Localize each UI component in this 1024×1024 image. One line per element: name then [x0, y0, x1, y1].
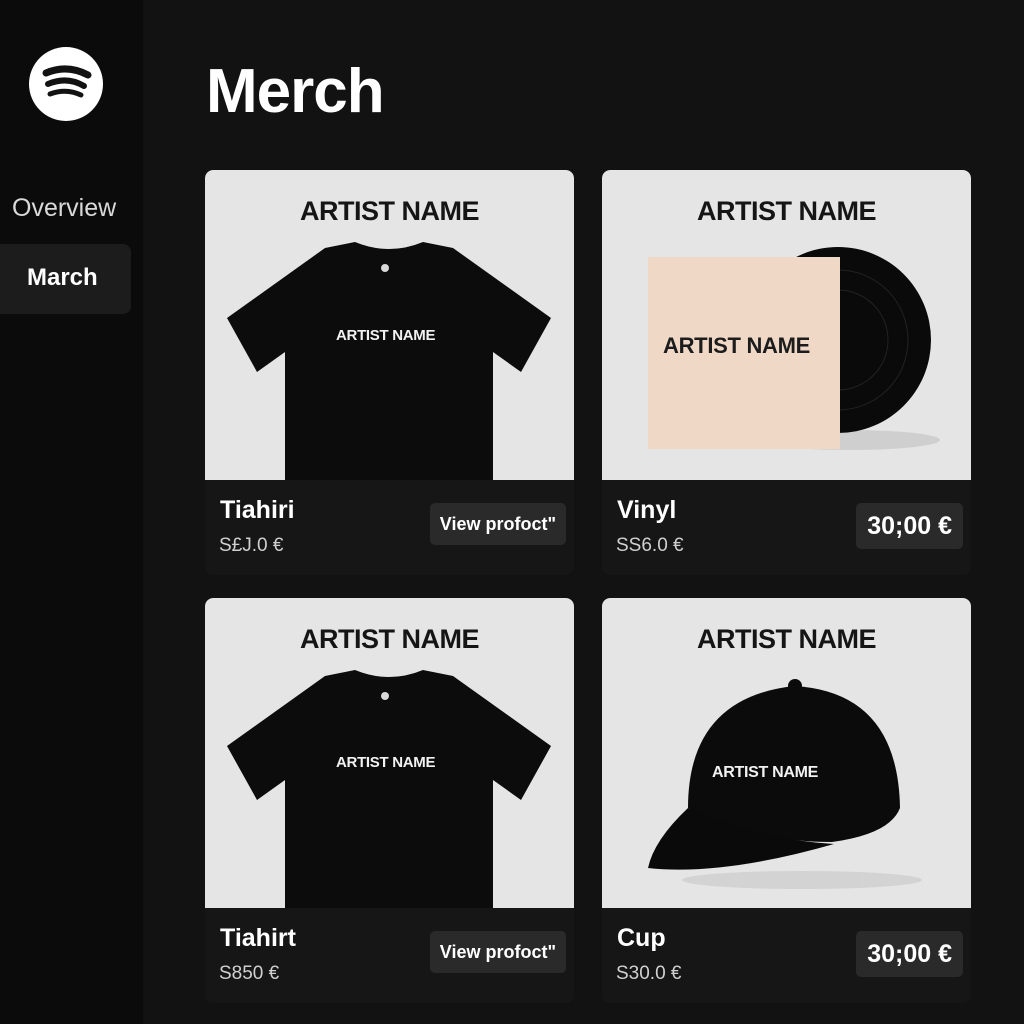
product-card[interactable]: ARTIST NAME ARTIST NAME Vinyl SS6.0 € 30…	[602, 170, 971, 575]
product-brand: ARTIST NAME	[697, 196, 877, 226]
sidebar-item-overview[interactable]: Overview	[0, 188, 131, 228]
sidebar-item-label: Overview	[12, 194, 117, 222]
product-art-label: ARTIST NAME	[336, 327, 436, 344]
product-image[interactable]: ARTIST NAME ARTIST NAME	[205, 598, 574, 908]
product-name: Tiahiri	[220, 496, 295, 524]
product-price: S30.0 €	[616, 963, 682, 984]
product-price: S850 €	[219, 963, 280, 984]
price-button[interactable]: 30;00 €	[856, 931, 963, 977]
baseball-cap-icon	[648, 679, 922, 889]
product-art-label: ARTIST NAME	[712, 764, 819, 781]
spotify-logo-icon[interactable]	[29, 47, 103, 121]
product-name: Tiahirt	[220, 924, 296, 952]
view-product-button[interactable]: View profoct"	[429, 931, 566, 973]
t-shirt-icon	[227, 670, 551, 908]
sidebar: Overview March	[0, 0, 143, 1024]
price-button[interactable]: 30;00 €	[856, 503, 963, 549]
product-brand: ARTIST NAME	[300, 624, 480, 654]
product-brand: ARTIST NAME	[300, 196, 480, 226]
product-art-label: ARTIST NAME	[663, 333, 811, 358]
t-shirt-icon	[227, 242, 551, 480]
product-art-label: ARTIST NAME	[336, 754, 436, 771]
sidebar-item-march[interactable]: March	[0, 244, 131, 314]
merch-app: Overview March Merch ARTIST NAME ARTIST …	[0, 0, 1024, 1024]
page-title: Merch	[206, 57, 385, 126]
product-brand: ARTIST NAME	[697, 624, 877, 654]
product-card[interactable]: ARTIST NAME ARTIST NAME Cup S30.0 € 30;0…	[602, 598, 971, 1003]
product-name: Vinyl	[617, 496, 677, 524]
product-image[interactable]: ARTIST NAME ARTIST NAME	[602, 598, 971, 908]
product-price: SS6.0 €	[616, 535, 684, 556]
product-price: S£J.0 €	[219, 535, 284, 556]
sidebar-item-label: March	[27, 264, 98, 291]
product-card[interactable]: ARTIST NAME ARTIST NAME Tiahirt S850 € V…	[205, 598, 574, 1003]
view-product-button[interactable]: View profoct"	[429, 503, 566, 545]
product-name: Cup	[617, 924, 666, 952]
product-image[interactable]: ARTIST NAME ARTIST NAME	[602, 170, 971, 480]
product-image[interactable]: ARTIST NAME ARTIST NAME	[205, 170, 574, 480]
product-card[interactable]: ARTIST NAME ARTIST NAME Tiahiri S£J.0 € …	[205, 170, 574, 575]
main-content: Merch ARTIST NAME ARTIST NAME Tiahiri S£…	[143, 0, 1024, 1024]
